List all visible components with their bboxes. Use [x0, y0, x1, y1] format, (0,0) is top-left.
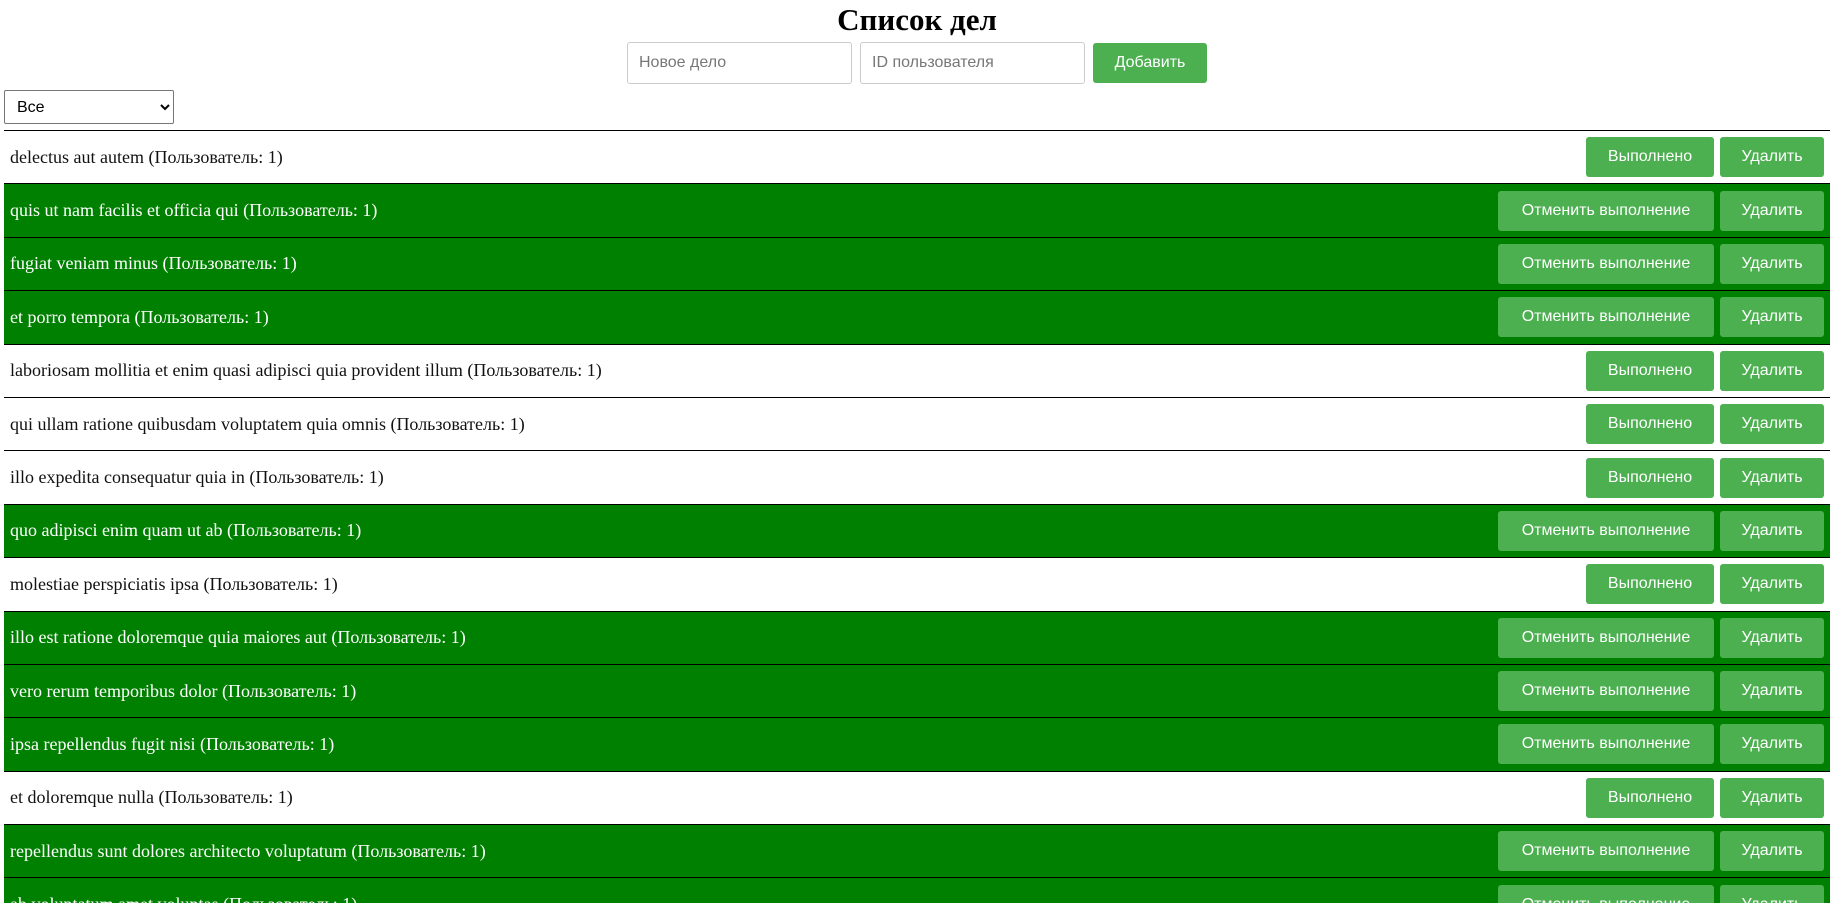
todo-item: laboriosam mollitia et enim quasi adipis…: [4, 344, 1830, 398]
delete-button[interactable]: Удалить: [1720, 404, 1824, 445]
todo-item: et porro tempora (Пользователь: 1) Отмени…: [4, 291, 1830, 345]
delete-button[interactable]: Удалить: [1720, 884, 1824, 903]
todo-item: vero rerum temporibus dolor (Пользовател…: [4, 664, 1830, 719]
todo-text: illo expedita consequatur quia in (Польз…: [10, 467, 384, 488]
todo-item: quo adipisci enim quam ut ab (Пользовате…: [4, 504, 1830, 559]
todo-text: illo est ratione doloremque quia maiores…: [10, 627, 466, 648]
todo-actions: Отменить выполнение Удалить: [1498, 884, 1824, 903]
todo-text: vero rerum temporibus dolor (Пользовател…: [10, 680, 357, 701]
uncomplete-button[interactable]: Отменить выполнение: [1498, 243, 1714, 284]
new-todo-input[interactable]: [627, 42, 852, 84]
todo-item: delectus aut autem (Пользователь: 1) Выпо…: [4, 131, 1830, 185]
delete-button[interactable]: Удалить: [1720, 671, 1824, 712]
todo-actions: Выполнено Удалить: [1586, 350, 1824, 391]
add-todo-form: Добавить: [0, 42, 1834, 84]
todo-item: et doloremque nulla (Пользователь: 1) Вып…: [4, 771, 1830, 826]
filter-select[interactable]: Все: [4, 90, 174, 124]
todo-text: qui ullam ratione quibusdam voluptatem q…: [10, 413, 525, 434]
delete-button[interactable]: Удалить: [1720, 831, 1824, 872]
todo-text: laboriosam mollitia et enim quasi adipis…: [10, 360, 602, 381]
complete-button[interactable]: Выполнено: [1586, 137, 1714, 178]
todo-text: et porro tempora (Пользователь: 1): [10, 306, 269, 327]
delete-button[interactable]: Удалить: [1720, 137, 1824, 178]
uncomplete-button[interactable]: Отменить выполнение: [1498, 671, 1714, 712]
todo-list: delectus aut autem (Пользователь: 1) Выпо…: [4, 130, 1830, 903]
todo-actions: Отменить выполнениеУдалить: [1498, 617, 1824, 658]
todo-item: repellendus sunt dolores architecto volu…: [4, 825, 1830, 879]
todo-actions: Отменить выполнениеУдалить: [1498, 671, 1824, 712]
todo-item: fugiat veniam minus (Пользователь: 1) Отм…: [4, 237, 1830, 292]
todo-item: molestiae perspiciatis ipsa (Пользовател…: [4, 558, 1830, 612]
uncomplete-button[interactable]: Отменить выполнение: [1498, 831, 1714, 872]
todo-actions: Отменить выполнениеУдалить: [1498, 510, 1824, 551]
todo-item: qui ullam ratione quibusdam voluptatem q…: [4, 397, 1830, 452]
complete-button[interactable]: Выполнено: [1586, 457, 1714, 498]
todo-actions: Выполнено Удалить: [1586, 777, 1824, 818]
todo-text: quis ut nam facilis et officia qui (Поль…: [10, 200, 378, 221]
todo-text: ipsa repellendus fugit nisi (Пользовател…: [10, 733, 335, 754]
todo-actions: Отменить выполнениеУдалить: [1498, 831, 1824, 872]
todo-actions: Выполнено Удалить: [1586, 457, 1824, 498]
uncomplete-button[interactable]: Отменить выполнение: [1498, 724, 1714, 765]
delete-button[interactable]: Удалить: [1720, 617, 1824, 658]
todo-text: quo adipisci enim quam ut ab (Пользовате…: [10, 520, 362, 541]
todo-actions: Выполнено Удалить: [1586, 137, 1824, 178]
add-button[interactable]: Добавить: [1093, 43, 1207, 83]
delete-button[interactable]: Удалить: [1720, 350, 1824, 391]
user-id-input[interactable]: [860, 42, 1085, 84]
todo-actions: Выполнено Удалить: [1586, 404, 1824, 445]
delete-button[interactable]: Удалить: [1720, 190, 1824, 231]
todo-text: ab voluptatum amet voluptas (Пользовател…: [10, 894, 357, 903]
todo-text: delectus aut autem (Пользователь: 1): [10, 146, 283, 167]
todo-actions: Отменить выполнениеУдалить: [1498, 724, 1824, 765]
uncomplete-button[interactable]: Отменить выполнение: [1498, 297, 1714, 338]
todo-item: quis ut nam facilis et officia qui (Поль…: [4, 184, 1830, 238]
todo-text: et doloremque nulla (Пользователь: 1): [10, 787, 293, 808]
complete-button[interactable]: Выполнено: [1586, 404, 1714, 445]
todo-actions: Отменить выполнениеУдалить: [1498, 243, 1824, 284]
todo-item: illo expedita consequatur quia in (Польз…: [4, 451, 1830, 505]
todo-actions: Отменить выполнениеУдалить: [1498, 297, 1824, 338]
todo-text: fugiat veniam minus (Пользователь: 1): [10, 253, 297, 274]
delete-button[interactable]: Удалить: [1720, 564, 1824, 605]
todo-item: ab voluptatum amet voluptas (Пользовател…: [4, 878, 1830, 903]
delete-button[interactable]: Удалить: [1720, 777, 1824, 818]
complete-button[interactable]: Выполнено: [1586, 350, 1714, 391]
todo-item: ipsa repellendus fugit nisi (Пользовател…: [4, 718, 1830, 772]
complete-button[interactable]: Выполнено: [1586, 564, 1714, 605]
page-title: Список дел: [837, 2, 997, 37]
todo-text: repellendus sunt dolores architecto volu…: [10, 840, 486, 861]
todo-actions: Отменить выполнениеУдалить: [1498, 190, 1824, 231]
page: Список дел Добавить Все delectus aut aut…: [0, 0, 1834, 903]
delete-button[interactable]: Удалить: [1720, 243, 1824, 284]
delete-button[interactable]: Удалить: [1720, 457, 1824, 498]
delete-button[interactable]: Удалить: [1720, 724, 1824, 765]
complete-button[interactable]: Выполнено: [1586, 777, 1714, 818]
uncomplete-button[interactable]: Отменить выполнение: [1498, 617, 1714, 658]
todo-actions: Выполнено Удалить: [1586, 564, 1824, 605]
uncomplete-button[interactable]: Отменить выполнение: [1498, 884, 1714, 903]
uncomplete-button[interactable]: Отменить выполнение: [1498, 190, 1714, 231]
todo-text: molestiae perspiciatis ipsa (Пользовател…: [10, 573, 338, 594]
uncomplete-button[interactable]: Отменить выполнение: [1498, 510, 1714, 551]
todo-item: illo est ratione doloremque quia maiores…: [4, 611, 1830, 665]
delete-button[interactable]: Удалить: [1720, 510, 1824, 551]
filter-container: Все: [0, 90, 1834, 124]
delete-button[interactable]: Удалить: [1720, 297, 1824, 338]
